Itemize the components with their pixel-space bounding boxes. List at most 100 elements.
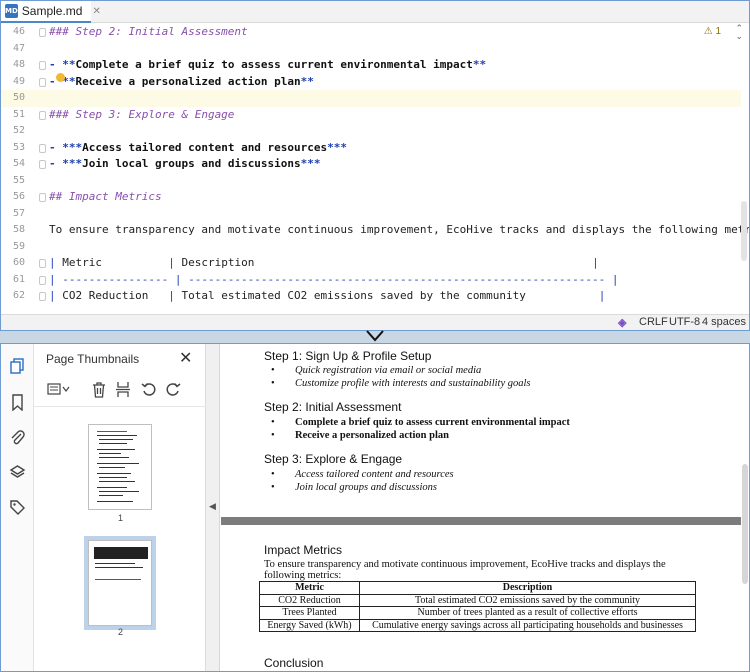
code-line[interactable]: 46 ### Step 2: Initial Assessment bbox=[1, 24, 741, 41]
code-text: | CO2 Reduction | Total estimated CO2 em… bbox=[49, 288, 605, 305]
rotate-left-icon bbox=[141, 383, 156, 396]
fold-marker-icon[interactable] bbox=[39, 292, 46, 301]
code-text: - ***Access tailored content and resourc… bbox=[49, 140, 347, 157]
indent-status[interactable]: 4 spaces bbox=[702, 316, 746, 328]
fold-marker-icon[interactable] bbox=[39, 160, 46, 169]
fold-marker-icon[interactable] bbox=[39, 61, 46, 70]
code-token: *** bbox=[300, 157, 321, 170]
code-line[interactable]: 48 - **Complete a brief quiz to assess cu… bbox=[1, 57, 741, 74]
editor-scrollbar[interactable] bbox=[741, 201, 747, 261]
line-number: 53 bbox=[12, 141, 25, 153]
code-line[interactable]: 57 bbox=[1, 206, 741, 223]
line-number: 52 bbox=[12, 125, 25, 136]
panel-collapse-handle[interactable]: ◀ bbox=[206, 344, 220, 671]
page-thumbnail-1[interactable] bbox=[88, 424, 152, 510]
code-token: ** bbox=[300, 74, 314, 88]
pdf-scrollbar[interactable] bbox=[742, 464, 748, 584]
pdf-viewer: Page Thumbnails ✕ 1 2 ◀ Step 1: Sign Up … bbox=[0, 343, 750, 672]
code-line[interactable]: 53 - ***Access tailored content and resou… bbox=[1, 140, 741, 157]
page-thumbnails-icon[interactable] bbox=[9, 358, 26, 375]
code-text: ### Step 2: Initial Assessment bbox=[49, 24, 248, 41]
code-line[interactable]: 49 - **Receive a personalized action plan… bbox=[1, 74, 741, 91]
page-thumbnail-2[interactable] bbox=[84, 536, 156, 630]
encoding-status[interactable]: UTF-8 bbox=[669, 316, 700, 328]
fold-marker-icon[interactable] bbox=[39, 193, 46, 202]
code-text: ### Step 3: Explore & Engage bbox=[49, 107, 234, 124]
code-token: ** bbox=[472, 58, 487, 71]
close-panel-icon[interactable]: ✕ bbox=[179, 348, 192, 367]
table-row: CO2 Reduction Total estimated CO2 emissi… bbox=[259, 593, 696, 607]
code-text: | ---------------- | -------------------… bbox=[49, 272, 619, 289]
line-number: 46 bbox=[12, 26, 25, 37]
warning-icon: ⚠ bbox=[703, 26, 713, 37]
code-line[interactable]: 56 ## Impact Metrics bbox=[1, 189, 741, 206]
code-token: Total estimated CO2 emissions saved by t… bbox=[181, 289, 599, 302]
delete-page-button[interactable] bbox=[88, 378, 110, 400]
file-tab-title: Sample.md bbox=[21, 4, 83, 18]
markdown-editor[interactable]: MD Sample.md ✕ 46 ### Step 2: Initial Ass… bbox=[0, 0, 750, 331]
file-tab-sample-md[interactable]: MD Sample.md ✕ bbox=[1, 1, 101, 23]
code-token: | bbox=[49, 256, 63, 269]
fold-marker-icon[interactable] bbox=[39, 275, 46, 285]
table-cell: CO2 Reduction bbox=[259, 593, 360, 607]
close-tab-icon[interactable]: ✕ bbox=[92, 6, 100, 17]
pdf-page-view: Step 1: Sign Up & Profile Setup Quick re… bbox=[221, 344, 741, 671]
code-line[interactable]: 54 - ***Join local groups and discussions… bbox=[1, 156, 741, 173]
list-item: Complete a brief quiz to assess current … bbox=[271, 417, 570, 428]
code-line[interactable]: 58 To ensure transparency and motivate co… bbox=[1, 222, 749, 239]
tag-icon[interactable] bbox=[9, 499, 26, 516]
code-token: Metric bbox=[62, 256, 169, 269]
code-line[interactable]: 59 bbox=[1, 239, 741, 256]
code-token: Receive a personalized action plan bbox=[75, 74, 301, 88]
code-text: ## Impact Metrics bbox=[49, 189, 162, 206]
conclusion-heading: Conclusion bbox=[264, 656, 324, 670]
code-line[interactable]: 50 bbox=[1, 90, 741, 107]
thumbnail-options-button[interactable] bbox=[44, 378, 74, 400]
page-split-icon bbox=[116, 381, 130, 397]
line-separator-status[interactable]: CRLF bbox=[639, 316, 668, 328]
editorconfig-icon[interactable]: ◈ bbox=[618, 316, 626, 329]
table-cell: Energy Saved (kWh) bbox=[259, 618, 360, 632]
code-line[interactable]: 52 bbox=[1, 123, 741, 140]
bookmark-icon[interactable] bbox=[9, 394, 26, 411]
line-number: 59 bbox=[12, 240, 25, 252]
fold-marker-icon[interactable] bbox=[39, 28, 46, 37]
code-line[interactable]: 62 | CO2 Reduction | Total estimated CO2 … bbox=[1, 288, 741, 305]
navigate-problems-icon[interactable]: ⌃ ⌄ bbox=[735, 25, 743, 42]
rotate-right-icon bbox=[166, 383, 181, 396]
layers-icon[interactable] bbox=[9, 464, 26, 481]
code-token: - *** bbox=[49, 157, 83, 170]
code-area[interactable]: 46 ### Step 2: Initial Assessment 47 48 - **… bbox=[1, 24, 749, 316]
fold-marker-icon[interactable] bbox=[39, 143, 46, 153]
table-row: Energy Saved (kWh) Cumulative energy sav… bbox=[259, 618, 696, 632]
code-line[interactable]: 47 bbox=[1, 41, 741, 58]
code-line[interactable]: 60 | Metric | Description | bbox=[1, 255, 741, 272]
code-token: | bbox=[49, 289, 63, 302]
editor-tab-bar: MD Sample.md ✕ bbox=[1, 1, 749, 23]
code-line[interactable]: 61 | ---------------- | -----------------… bbox=[1, 272, 741, 289]
trash-icon bbox=[93, 381, 105, 398]
fold-marker-icon[interactable] bbox=[39, 259, 46, 268]
inspection-widget[interactable]: ⚠ 1 bbox=[704, 26, 721, 37]
rotate-clockwise-button[interactable] bbox=[162, 378, 184, 400]
line-number: 51 bbox=[12, 108, 25, 120]
intention-bulb-icon[interactable] bbox=[56, 73, 65, 82]
line-number: 56 bbox=[12, 191, 25, 202]
options-menu-icon bbox=[47, 383, 70, 395]
rotate-counterclockwise-button[interactable] bbox=[138, 378, 160, 400]
attachment-icon[interactable] bbox=[9, 429, 26, 446]
table-header: Description bbox=[359, 581, 696, 595]
list-item: Join local groups and discussions bbox=[271, 482, 437, 493]
fold-marker-icon[interactable] bbox=[39, 110, 46, 120]
code-line[interactable]: 55 bbox=[1, 173, 741, 190]
table-cell: Total estimated CO2 emissions saved by t… bbox=[359, 593, 696, 607]
panel-title: Page Thumbnails bbox=[46, 352, 140, 366]
extract-page-button[interactable] bbox=[112, 378, 134, 400]
code-token: Join local groups and discussions bbox=[82, 157, 301, 170]
fold-marker-icon[interactable] bbox=[39, 77, 46, 87]
table-row: Trees Planted Number of trees planted as… bbox=[259, 606, 696, 620]
list-item: Access tailored content and resources bbox=[271, 469, 454, 480]
code-line[interactable]: 51 ### Step 3: Explore & Engage bbox=[1, 107, 741, 124]
code-token: To ensure transparency and motivate cont… bbox=[49, 223, 749, 236]
code-token: ### Step 2: Initial Assessment bbox=[49, 25, 248, 38]
